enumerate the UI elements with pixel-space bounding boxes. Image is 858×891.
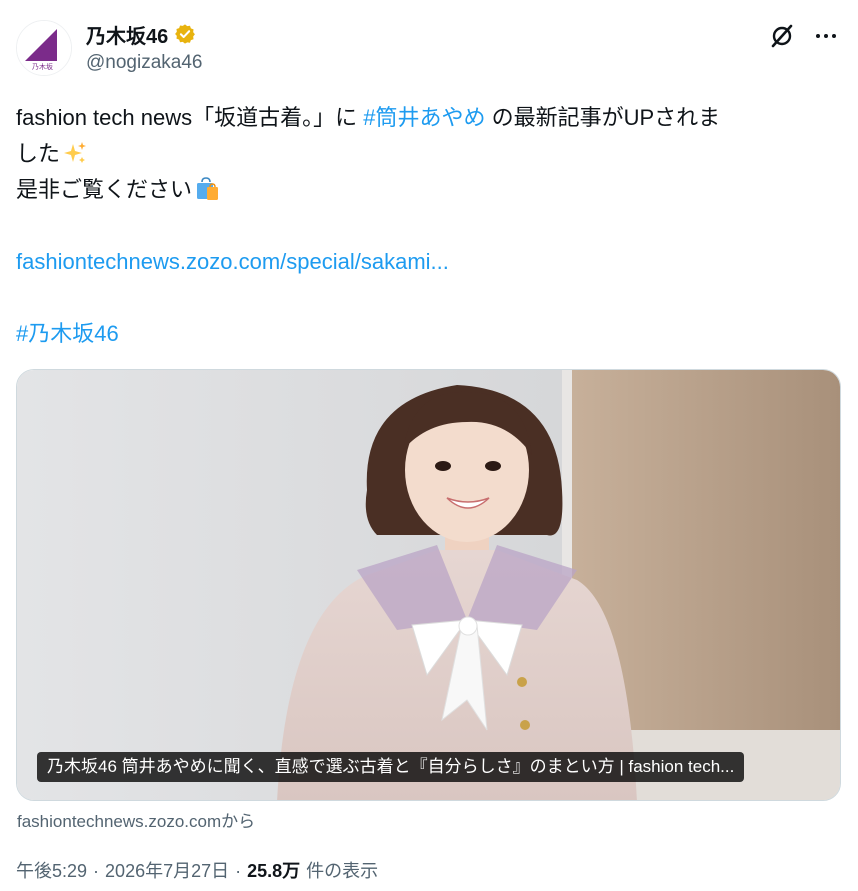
avatar[interactable]: 乃木坂 — [16, 20, 72, 76]
tweet-text-prefix: fashion tech news「坂道古着。」に — [16, 105, 364, 130]
tweet-text: fashion tech news「坂道古着。」に #筒井あやめ の最新記事がU… — [16, 100, 842, 352]
hashtag-nogizaka46[interactable]: #乃木坂46 — [16, 321, 119, 346]
card-source[interactable]: fashiontechnews.zozo.comから — [17, 807, 255, 832]
views-label: 件の表示 — [306, 861, 379, 881]
tweet-meta: 午後5:29 · 2026年7月27日 · 25.8万 件の表示 — [16, 857, 378, 883]
verified-badge-icon[interactable] — [174, 23, 196, 45]
author-handle[interactable]: @nogizaka46 — [86, 52, 202, 74]
author-names: 乃木坂46 @nogizaka46 — [86, 20, 202, 74]
card-caption: 乃木坂46 筒井あやめに聞く、直感で選ぶ古着と『自分らしさ』のまとい方 | fa… — [37, 752, 745, 782]
tweet-line-hashtag: #乃木坂46 — [16, 316, 842, 352]
author-name-row: 乃木坂46 — [86, 20, 202, 48]
tweet-line-3: 是非ご覧ください — [16, 172, 842, 208]
tweet-line-2: した — [16, 136, 842, 172]
tweet-header: 乃木坂 乃木坂46 @nogizaka46 — [16, 16, 842, 80]
tweet-text-mid: の最新記事がUPされま — [485, 105, 721, 130]
card-photo — [17, 370, 840, 800]
display-name[interactable]: 乃木坂46 — [86, 20, 168, 49]
separator-dot: · — [93, 861, 100, 881]
tweet-text-line3: 是非ご覧ください — [16, 177, 193, 202]
tweet-text-line2: した — [16, 141, 61, 166]
svg-text:乃木坂: 乃木坂 — [32, 62, 53, 71]
article-link[interactable]: fashiontechnews.zozo.com/special/sakami.… — [16, 249, 449, 274]
link-card[interactable]: 乃木坂46 筒井あやめに聞く、直感で選ぶ古着と『自分らしさ』のまとい方 | fa… — [16, 369, 841, 801]
separator-dot: · — [235, 861, 242, 881]
nogizaka-logo-icon: 乃木坂 — [17, 21, 71, 75]
shopping-bags-icon — [197, 177, 219, 200]
more-options-icon[interactable] — [812, 22, 840, 50]
tweet-line-link: fashiontechnews.zozo.com/special/sakami.… — [16, 244, 842, 280]
tweet-line-1: fashion tech news「坂道古着。」に #筒井あやめ の最新記事がU… — [16, 100, 842, 136]
sparkles-icon — [64, 142, 87, 163]
views-count[interactable]: 25.8万 — [247, 857, 300, 883]
tweet-date[interactable]: 2026年7月27日 — [105, 857, 229, 883]
tweet-time[interactable]: 午後5:29 — [16, 857, 87, 883]
hashtag-tsutsui-ayame[interactable]: #筒井あやめ — [363, 105, 485, 130]
grok-icon[interactable] — [768, 22, 796, 50]
